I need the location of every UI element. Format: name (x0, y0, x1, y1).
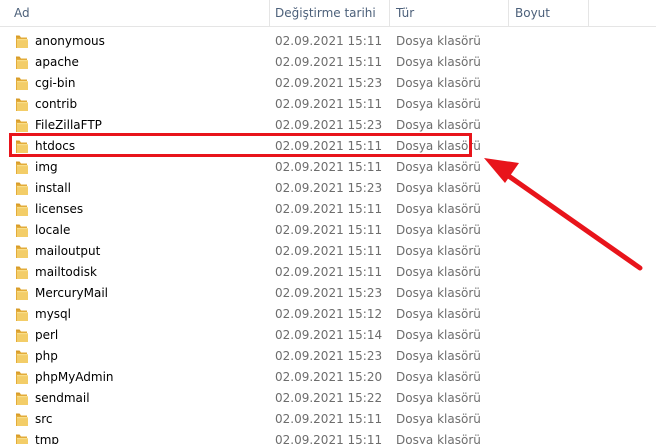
annotation-arrow (484, 158, 643, 271)
file-explorer-view: ^ Ad Değiştirme tarihi Tür Boyut anonymo… (0, 0, 656, 444)
